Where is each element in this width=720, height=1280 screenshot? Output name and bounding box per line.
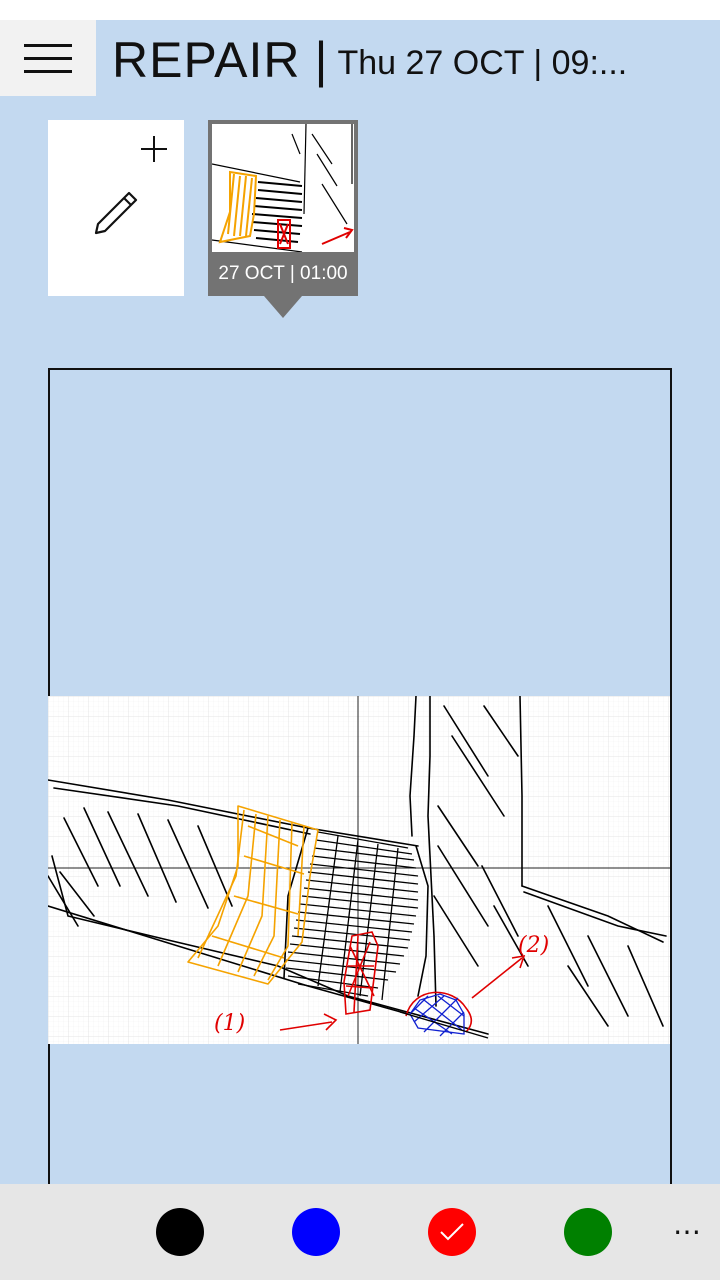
sketch-drawing: (1) (2) — [48, 696, 670, 1044]
color-swatch-red[interactable] — [428, 1208, 476, 1256]
plus-icon — [141, 136, 167, 162]
color-toolbar — [0, 1184, 720, 1280]
color-swatch-green[interactable] — [564, 1208, 612, 1256]
menu-button[interactable] — [0, 20, 96, 96]
page-title: REPAIR | Thu 27 OCT | 09:... — [112, 30, 627, 90]
checkmark-icon — [440, 1223, 464, 1241]
pencil-icon — [94, 191, 138, 235]
hamburger-icon-line — [24, 69, 72, 73]
hamburger-icon-line — [24, 43, 72, 47]
sketch-image[interactable]: (1) (2) — [48, 696, 670, 1044]
title-subtitle: Thu 27 OCT | 09:... — [337, 43, 628, 82]
title-separator: | — [314, 32, 328, 88]
thumbnail-sketch — [212, 124, 354, 252]
color-swatch-black[interactable] — [156, 1208, 204, 1256]
new-note-graphic — [94, 136, 167, 235]
selected-indicator — [264, 296, 302, 318]
note-thumbnail[interactable]: 27 OCT | 01:00 — [208, 120, 358, 296]
more-options-button[interactable]: ⋯ — [668, 1210, 708, 1254]
top-strip — [0, 0, 720, 20]
color-swatch-blue[interactable] — [292, 1208, 340, 1256]
annotation-2: (2) — [518, 933, 549, 958]
annotation-1: (1) — [214, 1011, 245, 1036]
thumbnail-label: 27 OCT | 01:00 — [218, 263, 348, 284]
hamburger-icon-line — [24, 56, 72, 60]
title-text: REPAIR — [112, 32, 301, 88]
new-note-button[interactable] — [48, 120, 184, 296]
thumbnail-image — [212, 124, 354, 252]
